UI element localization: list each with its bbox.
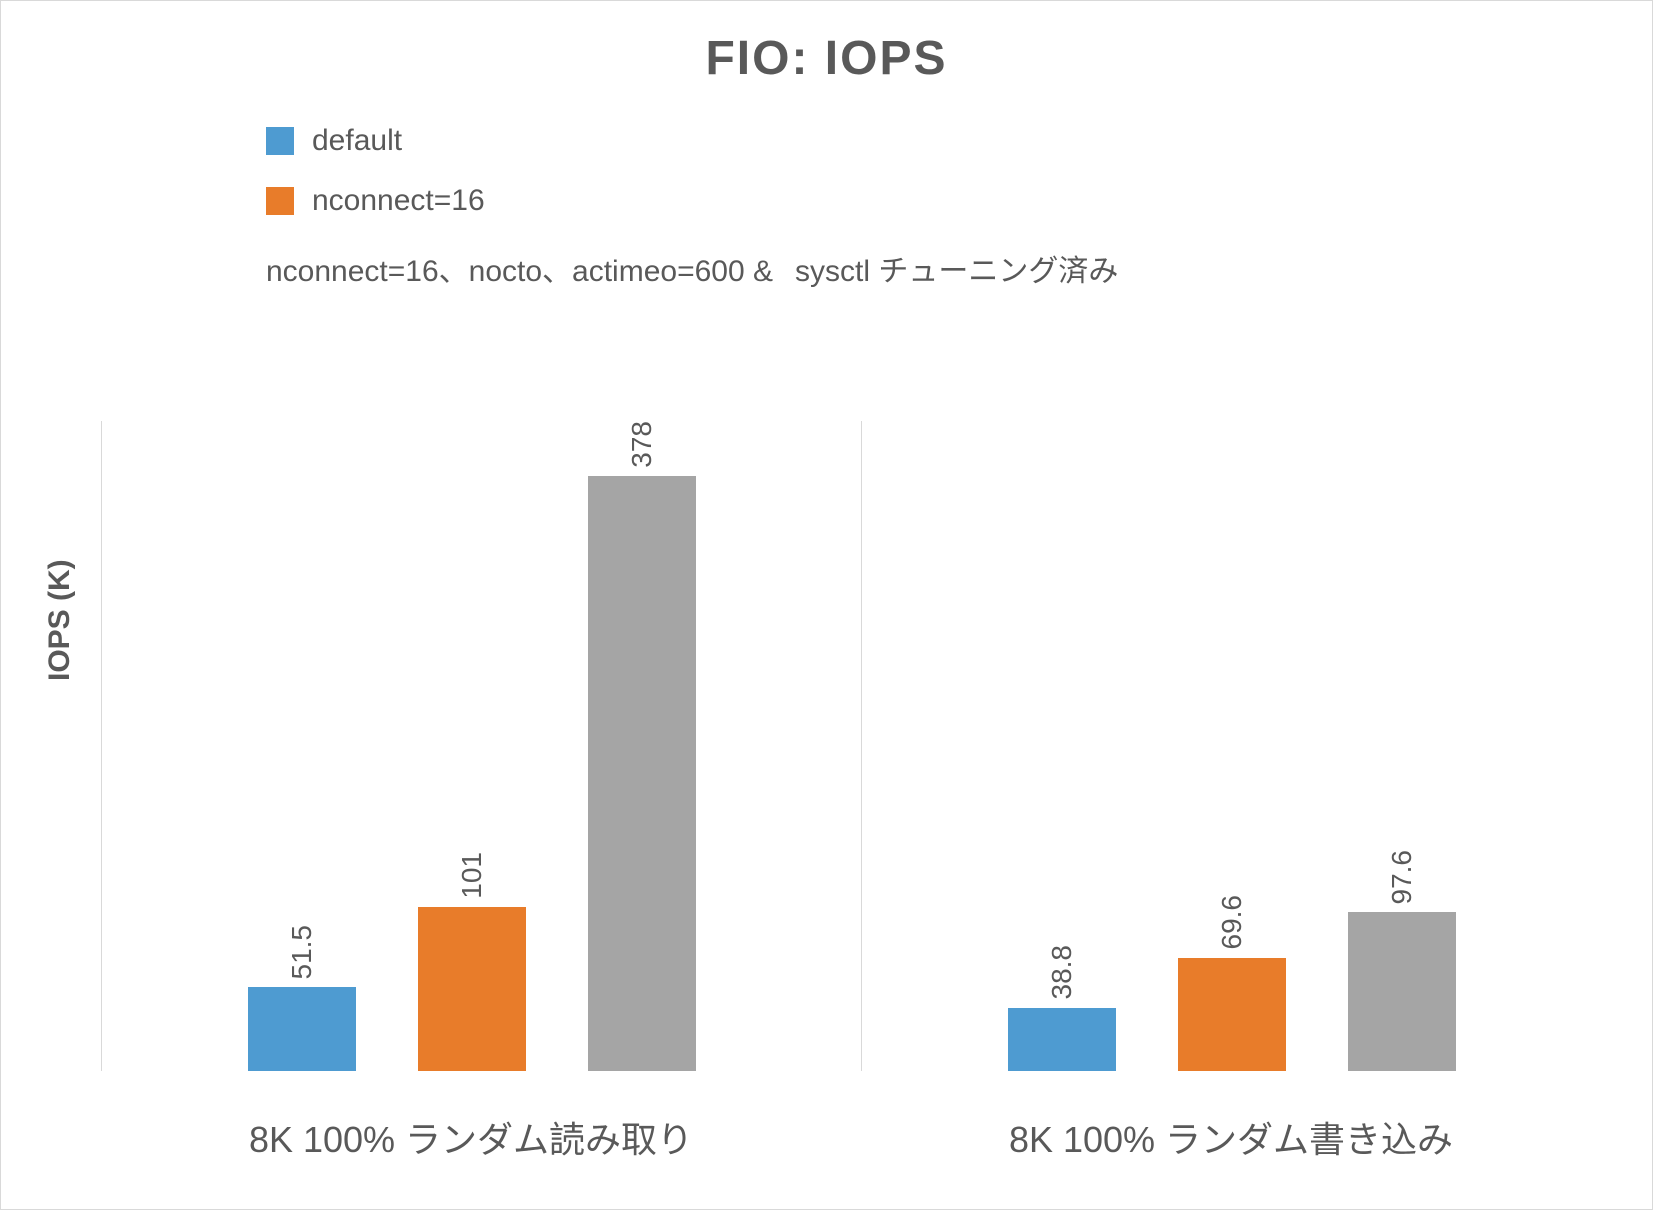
bar-value-label: 69.6	[1216, 895, 1248, 950]
legend-label: default	[312, 126, 402, 156]
plot-area: 51.5 101 378 38.8 69.6 97.6	[101, 421, 1601, 1071]
bar-value-label: 378	[626, 421, 658, 468]
legend-swatch-orange	[266, 187, 294, 215]
category-label-read: 8K 100% ランダム読み取り	[101, 1111, 841, 1163]
bar-value-label: 51.5	[286, 925, 318, 980]
bar-tuned-write	[1348, 912, 1456, 1071]
bar-group-read: 51.5 101 378	[101, 421, 841, 1071]
bar-group-write: 38.8 69.6 97.6	[861, 421, 1601, 1071]
bar-default-write	[1008, 1008, 1116, 1071]
bar-value-label: 97.6	[1386, 850, 1418, 905]
bar-wrap: 97.6	[1348, 421, 1456, 1071]
bar-tuned-read	[588, 476, 696, 1071]
bar-wrap: 378	[588, 421, 696, 1071]
legend-swatch-blue	[266, 127, 294, 155]
category-label-write: 8K 100% ランダム書き込み	[861, 1111, 1601, 1163]
bar-nconnect-read	[418, 907, 526, 1071]
legend-item-nconnect: nconnect=16	[266, 186, 1652, 216]
x-axis-labels: 8K 100% ランダム読み取り 8K 100% ランダム書き込み	[101, 1111, 1601, 1171]
bar-default-read	[248, 987, 356, 1071]
legend: default nconnect=16 nconnect=16、nocto、ac…	[266, 126, 1652, 290]
legend-label-part1: nconnect=16、nocto、actimeo=600 &	[266, 255, 773, 288]
legend-label-part2: sysctl チューニング済み	[795, 255, 1118, 288]
bar-wrap: 69.6	[1178, 421, 1286, 1071]
chart-frame: FIO: IOPS default nconnect=16 nconnect=1…	[0, 0, 1653, 1210]
bar-wrap: 38.8	[1008, 421, 1116, 1071]
bar-wrap: 51.5	[248, 421, 356, 1071]
bar-value-label: 38.8	[1046, 945, 1078, 1000]
y-axis-label: IOPS (K)	[43, 559, 77, 681]
legend-item-tuned: nconnect=16、nocto、actimeo=600 & sysctl チュ…	[266, 246, 1652, 290]
legend-label: nconnect=16	[312, 186, 485, 216]
chart-title: FIO: IOPS	[1, 31, 1652, 86]
bar-wrap: 101	[418, 421, 526, 1071]
bar-nconnect-write	[1178, 958, 1286, 1071]
legend-item-default: default	[266, 126, 1652, 156]
bar-value-label: 101	[456, 852, 488, 899]
